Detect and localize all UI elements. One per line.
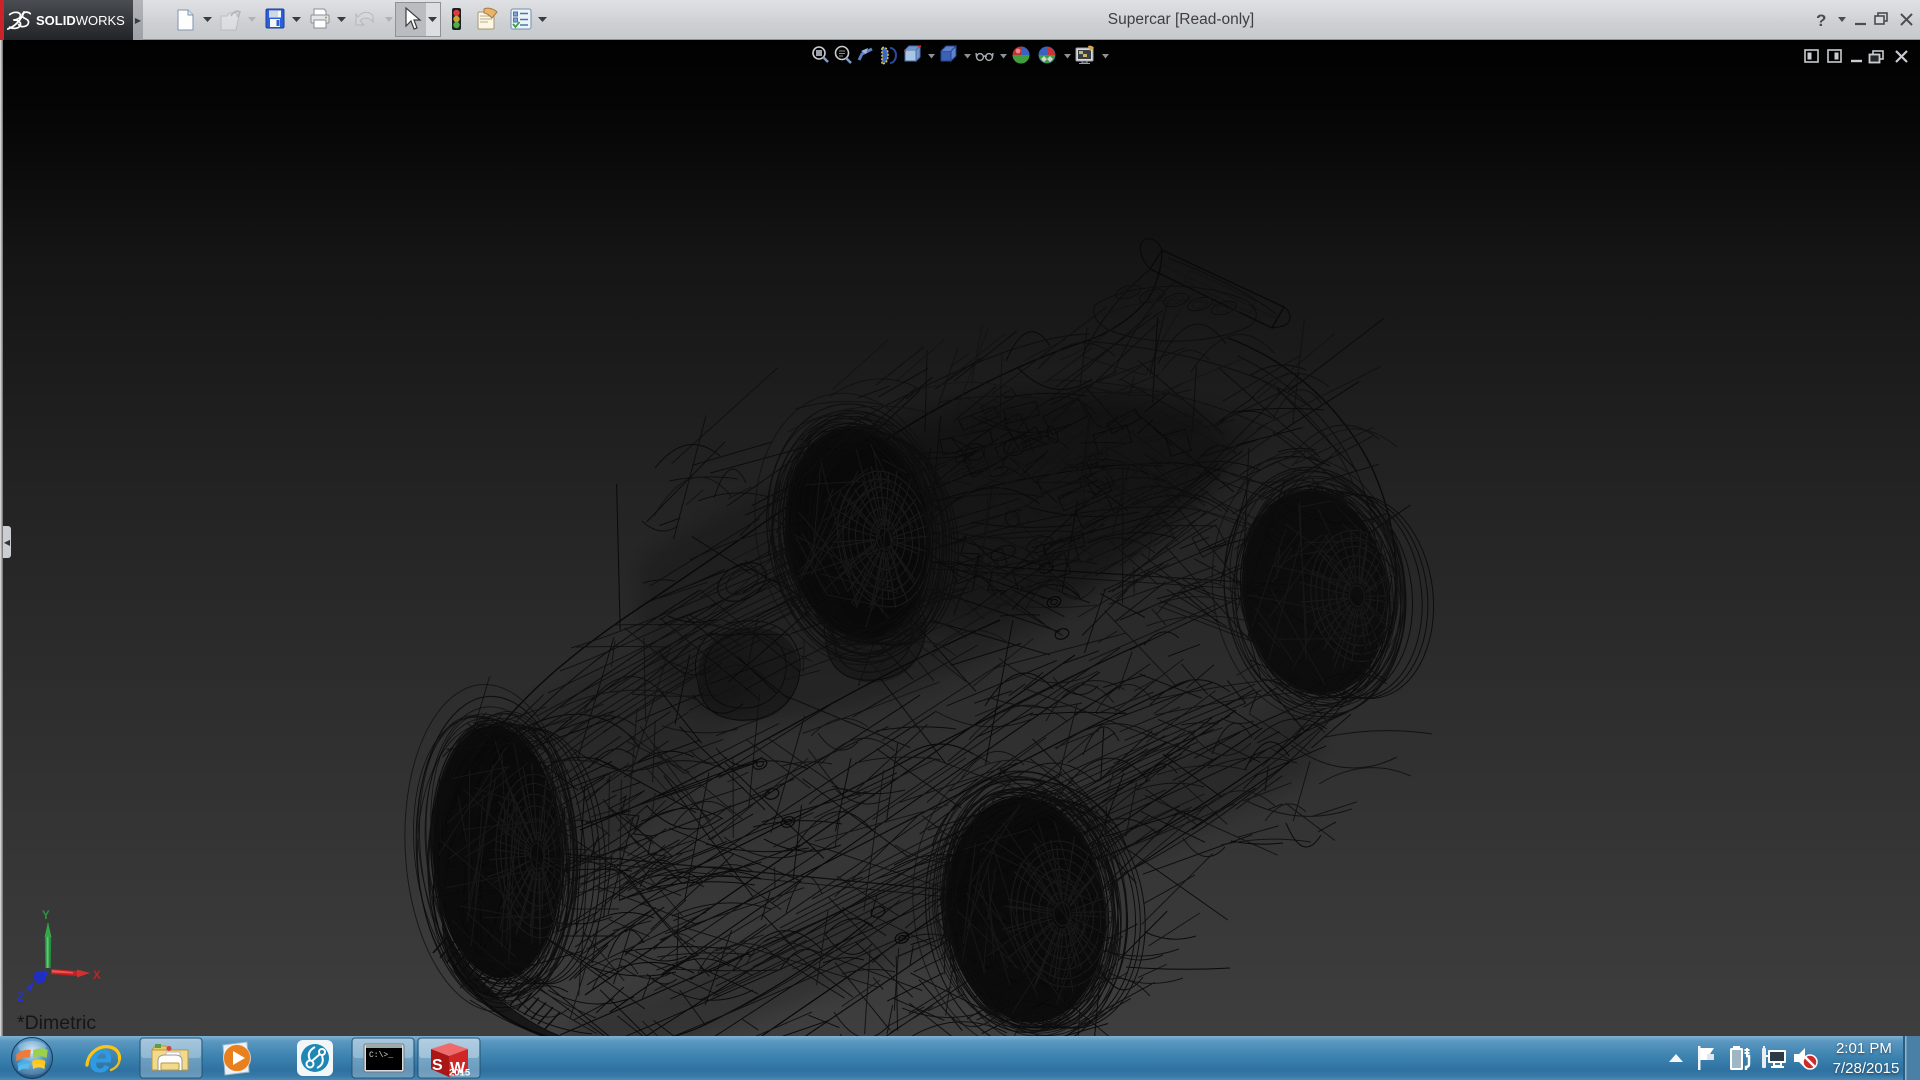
svg-text:X: X (93, 970, 101, 982)
svg-text:e: e (89, 1036, 112, 1080)
svg-text:Z: Z (17, 992, 24, 1004)
svg-text:Y: Y (42, 910, 50, 922)
svg-text:?: ? (1816, 11, 1826, 30)
svg-text:2:01 PM 7/28/2015: 2:01 PM 7/28/2015 (1833, 1040, 1900, 1077)
svg-text:2015: 2015 (449, 1068, 471, 1079)
svg-text:C:\>_: C:\>_ (369, 1051, 393, 1060)
svg-text:S: S (432, 1057, 443, 1074)
